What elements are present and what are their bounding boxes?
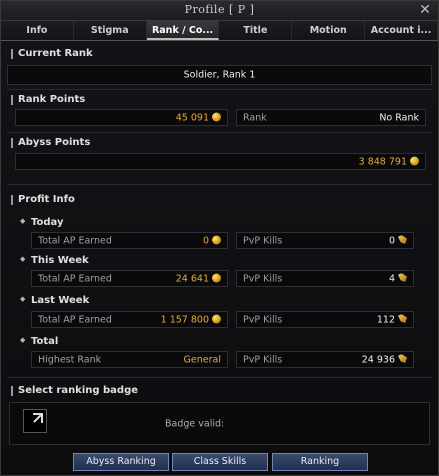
- week-kills-label: PvP Kills: [243, 273, 283, 284]
- this-week-heading: This Week: [20, 255, 89, 266]
- abyss-point-icon: [212, 112, 221, 121]
- abyss-points-heading: Abyss Points: [11, 137, 90, 148]
- today-ap-value: 0: [203, 235, 221, 246]
- expand-arrow-icon: [33, 414, 42, 423]
- week-kills-value: 4: [389, 273, 407, 284]
- rank-box: Rank No Rank: [236, 109, 426, 126]
- divider: [7, 89, 432, 90]
- rank-label: Rank: [243, 112, 267, 123]
- last-week-kills-value: 112: [377, 314, 407, 325]
- badge-panel: Badge valid:: [9, 402, 430, 445]
- tab-stigma[interactable]: Stigma: [74, 21, 147, 40]
- rank-points-box: 45 091: [15, 109, 228, 126]
- last-week-ap-label: Total AP Earned: [38, 314, 112, 325]
- abyss-points-box: 3 848 791: [15, 153, 426, 170]
- divider: [7, 184, 432, 185]
- today-ap-box: Total AP Earned 0: [31, 232, 228, 249]
- today-kills-value: 0: [389, 235, 407, 246]
- today-kills-label: PvP Kills: [243, 235, 283, 246]
- tab-account[interactable]: Account i...: [365, 21, 438, 40]
- tab-rank[interactable]: Rank / Co...: [146, 21, 220, 40]
- total-kills-label: PvP Kills: [243, 354, 283, 365]
- rank-points-heading: Rank Points: [11, 94, 85, 105]
- profit-info-heading: Profit Info: [11, 194, 75, 205]
- ranking-badge-heading: Select ranking badge: [11, 385, 138, 396]
- week-kills-box: PvP Kills 4: [236, 270, 414, 287]
- rank-value: No Rank: [379, 112, 419, 123]
- highest-rank-label: Highest Rank: [38, 354, 102, 365]
- pvp-kill-icon: [398, 354, 407, 363]
- abyss-points-value: 3 848 791: [359, 156, 419, 167]
- highest-rank-value: General: [183, 354, 221, 365]
- abyss-point-icon: [410, 156, 419, 165]
- week-ap-value: 24 641: [176, 273, 221, 284]
- abyss-point-icon: [212, 273, 221, 282]
- current-rank-box: Soldier, Rank 1: [7, 65, 432, 85]
- badge-valid-label: Badge valid:: [165, 418, 225, 429]
- abyss-point-icon: [212, 314, 221, 323]
- divider: [7, 377, 432, 378]
- pvp-kill-icon: [398, 273, 407, 282]
- close-icon[interactable]: ✕: [418, 2, 432, 18]
- profile-window: Profile [ P ] ✕ Info Stigma Rank / Co...…: [0, 0, 439, 476]
- last-week-ap-value: 1 157 800: [161, 314, 221, 325]
- class-skills-button[interactable]: Class Skills: [172, 453, 268, 471]
- today-ap-label: Total AP Earned: [38, 235, 112, 246]
- abyss-point-icon: [212, 235, 221, 244]
- divider: [7, 132, 432, 133]
- tab-motion[interactable]: Motion: [292, 21, 366, 40]
- tab-bar: Info Stigma Rank / Co... Title Motion Ac…: [1, 21, 438, 41]
- tab-info[interactable]: Info: [1, 21, 74, 40]
- current-rank-heading: Current Rank: [11, 48, 93, 59]
- last-week-ap-box: Total AP Earned 1 157 800: [31, 311, 228, 328]
- week-ap-label: Total AP Earned: [38, 273, 112, 284]
- last-week-kills-box: PvP Kills 112: [236, 311, 414, 328]
- total-kills-box: PvP Kills 24 936: [236, 351, 414, 368]
- total-heading: Total: [20, 336, 58, 347]
- highest-rank-box: Highest Rank General: [31, 351, 228, 368]
- pvp-kill-icon: [398, 235, 407, 244]
- tab-title[interactable]: Title: [219, 21, 293, 40]
- title-bar[interactable]: Profile [ P ] ✕: [1, 1, 438, 21]
- total-kills-value: 24 936: [362, 354, 407, 365]
- last-week-kills-label: PvP Kills: [243, 314, 283, 325]
- week-ap-box: Total AP Earned 24 641: [31, 270, 228, 287]
- abyss-ranking-button[interactable]: Abyss Ranking: [73, 453, 169, 471]
- rank-points-value: 45 091: [176, 112, 221, 123]
- pvp-kill-icon: [398, 314, 407, 323]
- window-title: Profile [ P ]: [184, 3, 255, 16]
- last-week-heading: Last Week: [20, 295, 89, 306]
- current-rank-value: Soldier, Rank 1: [183, 69, 256, 81]
- ranking-badge-slot[interactable]: [23, 409, 47, 433]
- today-heading: Today: [20, 217, 63, 228]
- ranking-button[interactable]: Ranking: [272, 453, 368, 471]
- today-kills-box: PvP Kills 0: [236, 232, 414, 249]
